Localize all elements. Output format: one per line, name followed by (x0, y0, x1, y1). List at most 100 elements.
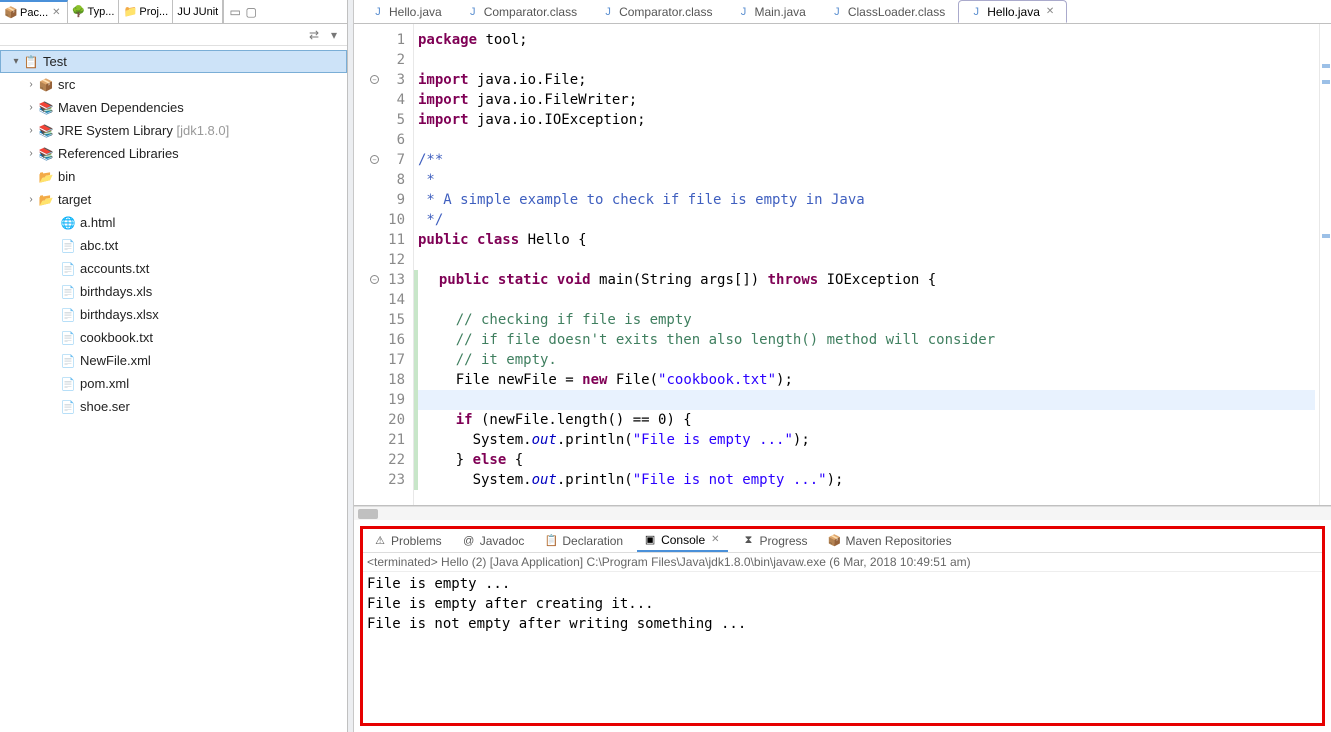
node-label: src (58, 77, 75, 92)
code-line[interactable]: File newFile = new File("cookbook.txt"); (414, 370, 1319, 390)
code-line[interactable]: import java.io.FileWriter; (418, 90, 1319, 110)
horizontal-scrollbar[interactable] (354, 506, 1331, 520)
editor-tab[interactable]: JMain.java (725, 0, 816, 23)
tree-node[interactable]: 📄pom.xml (0, 372, 347, 395)
overview-mark[interactable] (1322, 64, 1330, 68)
code-line[interactable]: import java.io.File; (418, 70, 1319, 90)
code-line[interactable] (418, 130, 1319, 150)
tree-node[interactable]: 📄birthdays.xlsx (0, 303, 347, 326)
tree-node[interactable]: ›📚 JRE System Library [jdk1.8.0] (0, 119, 347, 142)
node-label: pom.xml (80, 376, 129, 391)
code-line[interactable]: public class Hello { (418, 230, 1319, 250)
expand-arrow-icon[interactable]: ▾ (9, 56, 23, 67)
node-label: accounts.txt (80, 261, 149, 276)
code-line[interactable]: // if file doesn't exits then also lengt… (414, 330, 1319, 350)
bottom-tab-maven-repositories[interactable]: 📦Maven Repositories (822, 529, 958, 552)
java-file-icon: J (371, 5, 385, 19)
left-tab[interactable]: 🌳Typ... (68, 0, 120, 23)
code-line[interactable]: import java.io.IOException; (418, 110, 1319, 130)
code-line[interactable] (418, 50, 1319, 70)
editor-tab[interactable]: JComparator.class (455, 0, 588, 23)
tree-node[interactable]: ›📦src (0, 73, 347, 96)
java-file-icon: J (601, 5, 615, 19)
bottom-tab-console[interactable]: ▣Console ✕ (637, 529, 727, 552)
code-line[interactable]: * A simple example to check if file is e… (418, 190, 1319, 210)
code-line[interactable]: */ (418, 210, 1319, 230)
tree-node[interactable]: 🌐a.html (0, 211, 347, 234)
console-line: File is not empty after writing somethin… (367, 614, 1318, 634)
node-icon: 📄 (60, 330, 76, 346)
left-tab[interactable]: JUJUnit (173, 0, 223, 23)
java-file-icon: J (830, 5, 844, 19)
editor-tab[interactable]: J Comparator.class (590, 0, 723, 23)
close-icon[interactable]: ✕ (50, 7, 62, 18)
tree-node[interactable]: 📄NewFile.xml (0, 349, 347, 372)
project-tree[interactable]: ▾ 📋 Test ›📦src›📚Maven Dependencies›📚JRE … (0, 46, 347, 732)
maximize-icon[interactable]: ▢ (244, 5, 258, 19)
tree-node[interactable]: 📄 cookbook.txt (0, 326, 347, 349)
code-content[interactable]: package tool; import java.io.File;import… (414, 24, 1319, 505)
expand-arrow-icon[interactable]: › (24, 194, 38, 205)
bottom-tab-progress[interactable]: ⧗Progress (736, 529, 814, 552)
tab-icon: JU (177, 5, 191, 19)
bottom-tab-problems[interactable]: ⚠Problems (367, 529, 448, 552)
left-tab[interactable]: 📦Pac...✕ (0, 0, 68, 23)
left-view-tabstrip: 📦Pac...✕🌳Typ...📁Proj...JUJUnit ▭▢ (0, 0, 347, 24)
code-line[interactable]: // it empty. (414, 350, 1319, 370)
overview-ruler[interactable] (1319, 24, 1331, 505)
code-line[interactable]: } else { (414, 450, 1319, 470)
project-node[interactable]: ▾ 📋 Test (0, 50, 347, 73)
node-label: JRE System Library [jdk1.8.0] (58, 123, 229, 138)
node-icon: 📄 (60, 307, 76, 323)
code-line[interactable] (414, 290, 1319, 310)
tab-icon: ⚠ (373, 534, 387, 548)
code-line[interactable]: /** (418, 150, 1319, 170)
code-line[interactable]: // checking if file is empty (414, 310, 1319, 330)
tree-node[interactable]: 📄abc.txt (0, 234, 347, 257)
expand-arrow-icon[interactable]: › (24, 125, 38, 136)
code-line[interactable]: System.out.println("File is empty ..."); (414, 430, 1319, 450)
code-line[interactable] (418, 250, 1319, 270)
tree-node[interactable]: 📂bin (0, 165, 347, 188)
left-tab[interactable]: 📁Proj... (119, 0, 173, 23)
overview-mark[interactable] (1322, 80, 1330, 84)
node-label: cookbook.txt (80, 330, 153, 345)
annotation-ruler (354, 24, 368, 505)
editor-tab[interactable]: JHello.java (360, 0, 453, 23)
node-icon: 📚 (38, 123, 54, 139)
project-label: Test (43, 54, 67, 69)
tab-icon: ▣ (643, 533, 657, 547)
tree-node[interactable]: 📄birthdays.xls (0, 280, 347, 303)
code-line[interactable]: package tool; (418, 30, 1319, 50)
minimize-icon[interactable]: ▭ (228, 5, 242, 19)
close-icon[interactable]: ✕ (1044, 6, 1056, 17)
console-output[interactable]: File is empty ...File is empty after cre… (363, 572, 1322, 723)
bottom-tab-declaration[interactable]: 📋Declaration (538, 529, 629, 552)
code-line[interactable] (414, 390, 1315, 410)
code-line[interactable]: if (newFile.length() == 0) { (414, 410, 1319, 430)
editor-tab-label: Comparator.class (484, 5, 577, 19)
link-with-editor-icon[interactable]: ⇄ (307, 28, 321, 42)
view-menu-icon[interactable]: ▾ (327, 28, 341, 42)
code-editor[interactable]: 123−4567−8910111213−14151617181920212223… (354, 24, 1331, 506)
tree-node[interactable]: 📄accounts.txt (0, 257, 347, 280)
tree-node[interactable]: ›📚Referenced Libraries (0, 142, 347, 165)
overview-mark[interactable] (1322, 234, 1330, 238)
editor-tab-label: Comparator.class (619, 5, 712, 19)
tree-node[interactable]: 📄shoe.ser (0, 395, 347, 418)
expand-arrow-icon[interactable]: › (24, 102, 38, 113)
code-line[interactable]: * (418, 170, 1319, 190)
expand-arrow-icon[interactable]: › (24, 79, 38, 90)
editor-tab[interactable]: JClassLoader.class (819, 0, 956, 23)
editor-tab-label: Main.java (754, 5, 805, 19)
node-icon: 📂 (38, 192, 54, 208)
tree-node[interactable]: ›📂target (0, 188, 347, 211)
code-line[interactable]: System.out.println("File is not empty ..… (414, 470, 1319, 490)
scrollbar-thumb[interactable] (358, 509, 378, 519)
expand-arrow-icon[interactable]: › (24, 148, 38, 159)
tree-node[interactable]: ›📚Maven Dependencies (0, 96, 347, 119)
code-line[interactable]: public static void main(String args[]) t… (414, 270, 1319, 290)
bottom-tab-javadoc[interactable]: @Javadoc (456, 529, 531, 552)
editor-tab[interactable]: JHello.java ✕ (958, 0, 1067, 23)
close-icon[interactable]: ✕ (709, 534, 721, 545)
